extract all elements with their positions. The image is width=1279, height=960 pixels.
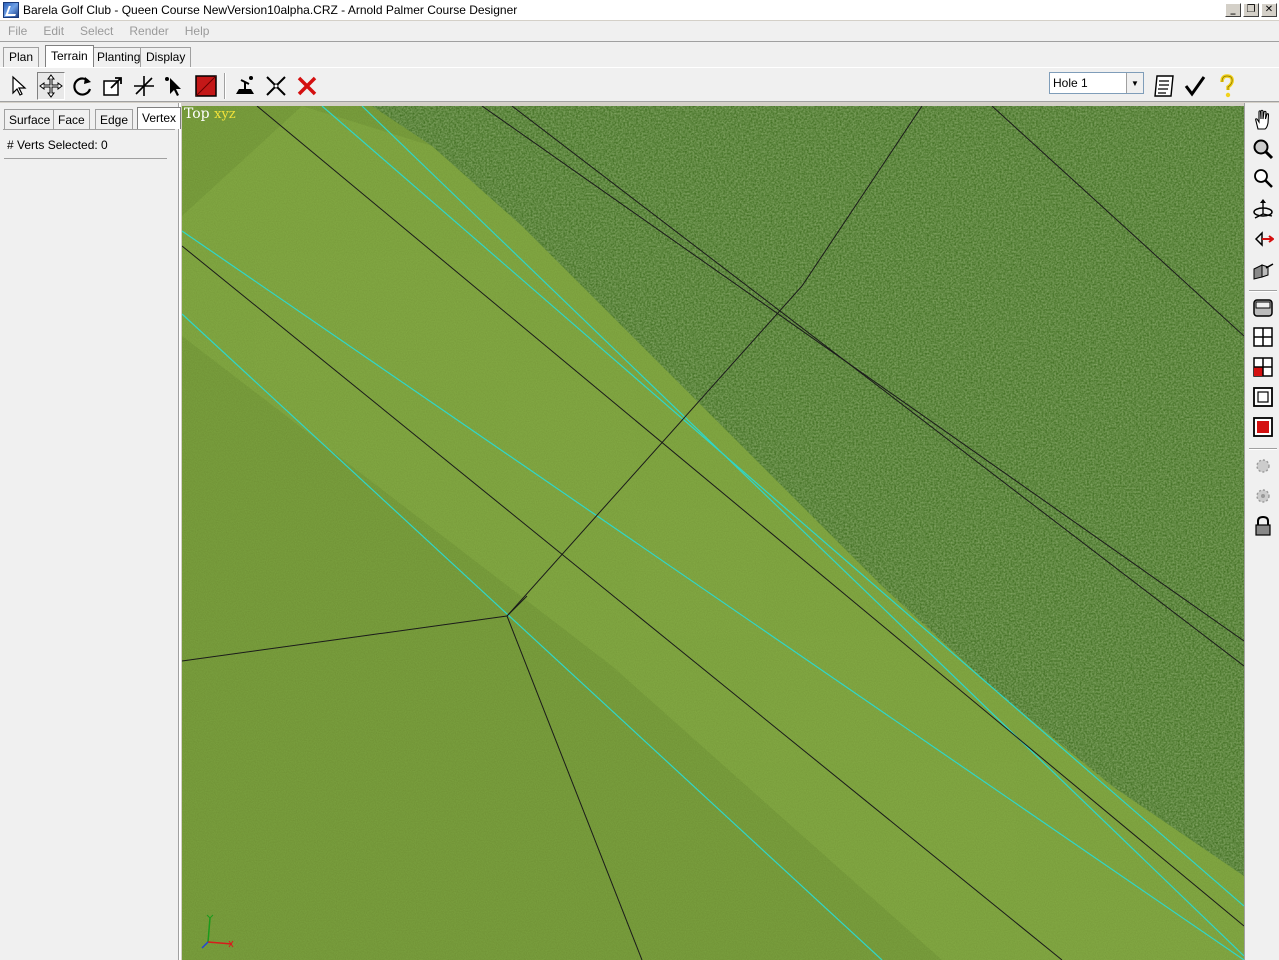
tab-terrain[interactable]: Terrain <box>45 45 94 67</box>
panel-splitter[interactable] <box>178 103 181 960</box>
terrain-render <box>182 106 1244 960</box>
hole-select[interactable]: Hole 1 ▼ <box>1049 72 1144 94</box>
checkmark-icon[interactable] <box>1181 72 1209 100</box>
left-panel: Surface Face Edge Vertex # Verts Selecte… <box>0 103 182 960</box>
tab-planting[interactable]: Planting <box>91 47 147 67</box>
hand-pan-icon[interactable] <box>1251 108 1275 132</box>
restore-button[interactable]: ❐ <box>1243 3 1259 17</box>
window-title: Barela Golf Club - Queen Course NewVersi… <box>23 3 518 17</box>
paint-tool-icon[interactable] <box>231 72 259 100</box>
move-icon[interactable] <box>37 72 65 100</box>
axis-mode-label: xyz <box>214 107 236 122</box>
minimize-button[interactable]: _ <box>1225 3 1241 17</box>
light-2-icon[interactable] <box>1251 484 1275 508</box>
tab-display[interactable]: Display <box>140 47 192 67</box>
toolbar-separator <box>1249 448 1277 450</box>
tab-plan[interactable]: Plan <box>3 47 40 67</box>
red-frame-icon[interactable] <box>1251 415 1275 439</box>
red-quad-view-icon[interactable] <box>1251 355 1275 379</box>
light-icon[interactable] <box>1251 454 1275 478</box>
view-label: Top xyz <box>184 106 236 122</box>
tab-vertex[interactable]: Vertex <box>137 107 182 129</box>
scale-icon[interactable] <box>99 72 127 100</box>
zoom-extents-icon[interactable] <box>1251 166 1275 190</box>
tab-face[interactable]: Face <box>53 109 90 129</box>
chevron-down-icon[interactable]: ▼ <box>1126 73 1143 93</box>
terrain-viewport[interactable]: Top xyz <box>182 106 1244 960</box>
quad-view-icon[interactable] <box>1251 325 1275 349</box>
main-tabs: Plan Terrain Planting Display <box>0 42 1279 67</box>
close-button[interactable]: ✕ <box>1261 3 1277 17</box>
divider <box>4 158 167 159</box>
red-x-icon[interactable] <box>293 72 321 100</box>
menu-edit[interactable]: Edit <box>35 24 72 38</box>
select-arrow-icon[interactable] <box>5 72 33 100</box>
toolbar-separator <box>1249 290 1277 292</box>
camera-icon[interactable] <box>1251 258 1275 282</box>
split-icon[interactable] <box>130 72 158 100</box>
delete-x-icon[interactable] <box>262 72 290 100</box>
hole-select-value: Hole 1 <box>1053 76 1088 90</box>
render-view-icon[interactable] <box>1251 296 1275 320</box>
toolbar-separator <box>224 73 226 99</box>
menu-bar: File Edit Select Render Help <box>0 21 1279 41</box>
menu-file[interactable]: File <box>0 24 35 38</box>
orbit-icon[interactable] <box>1251 197 1275 221</box>
red-square-icon[interactable] <box>192 72 220 100</box>
app-icon <box>3 2 19 18</box>
tab-surface[interactable]: Surface <box>4 109 56 129</box>
help-icon[interactable] <box>1213 72 1241 100</box>
vertex-pick-icon[interactable] <box>160 72 188 100</box>
view-toolbar <box>1244 103 1279 960</box>
menu-render[interactable]: Render <box>121 24 176 38</box>
zoom-icon[interactable] <box>1251 137 1275 161</box>
menu-select[interactable]: Select <box>72 24 121 38</box>
tab-edge[interactable]: Edge <box>95 109 134 129</box>
frame-icon[interactable] <box>1251 385 1275 409</box>
axis-gizmo-icon <box>201 914 234 949</box>
divider <box>3 129 175 130</box>
lock-icon[interactable] <box>1251 514 1275 538</box>
rotate-icon[interactable] <box>68 72 96 100</box>
verts-selected-label: # Verts Selected: 0 <box>7 138 108 152</box>
camera-move-icon[interactable] <box>1251 227 1275 251</box>
title-bar: Barela Golf Club - Queen Course NewVersi… <box>0 0 1279 21</box>
list-icon[interactable] <box>1150 72 1178 100</box>
menu-help[interactable]: Help <box>177 24 218 38</box>
view-name: Top <box>184 106 210 122</box>
